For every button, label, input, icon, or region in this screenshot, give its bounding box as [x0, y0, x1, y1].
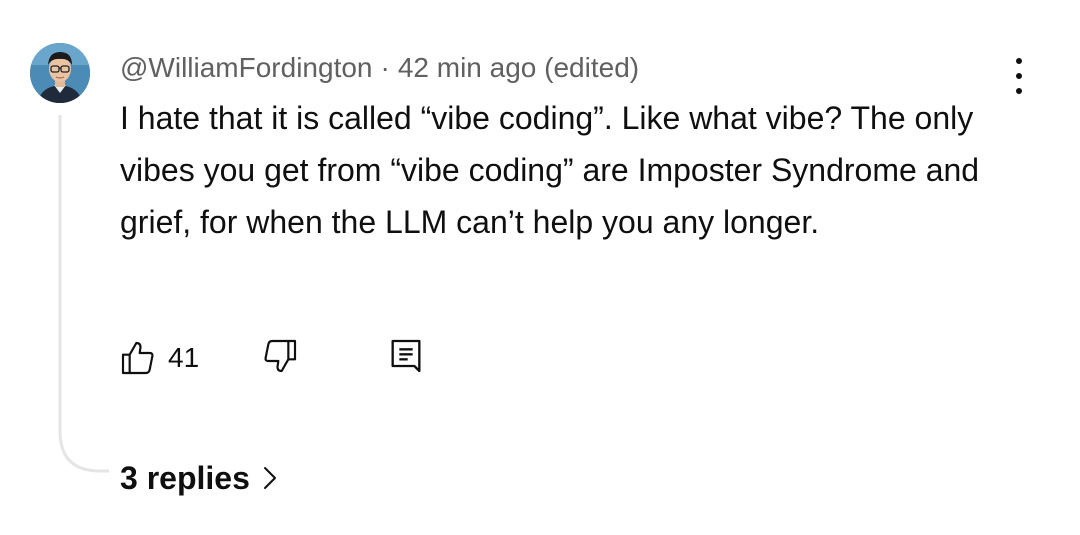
reply-thread-line: [58, 115, 109, 473]
dislike-button[interactable]: [260, 336, 304, 380]
thumbs-up-icon: [121, 341, 154, 375]
comment-text: I hate that it is called “vibe coding”. …: [120, 100, 980, 240]
reply-button[interactable]: [386, 336, 430, 380]
edited-label: (edited): [544, 52, 640, 83]
comment-card: @WilliamFordington · 42 min ago (edited)…: [0, 0, 1080, 535]
comment-header: @WilliamFordington · 42 min ago (edited): [120, 48, 639, 88]
like-count: 41: [168, 342, 200, 373]
comment-timestamp[interactable]: 42 min ago: [398, 52, 537, 84]
thumbs-down-icon: [264, 339, 297, 373]
author-handle[interactable]: @WilliamFordington: [120, 52, 373, 84]
chevron-right-icon: [263, 467, 276, 489]
avatar-portrait-icon: [30, 43, 90, 103]
avatar[interactable]: [30, 43, 90, 103]
header-separator: ·: [380, 52, 390, 83]
more-options-button[interactable]: [1004, 58, 1034, 94]
reply-comment-icon: [391, 339, 421, 373]
view-replies-button[interactable]: 3 replies: [120, 456, 278, 500]
comment-actions: 41: [118, 336, 438, 380]
like-button[interactable]: 41: [118, 336, 199, 380]
kebab-menu-icon: [1016, 58, 1022, 64]
replies-label: 3 replies: [120, 459, 250, 496]
